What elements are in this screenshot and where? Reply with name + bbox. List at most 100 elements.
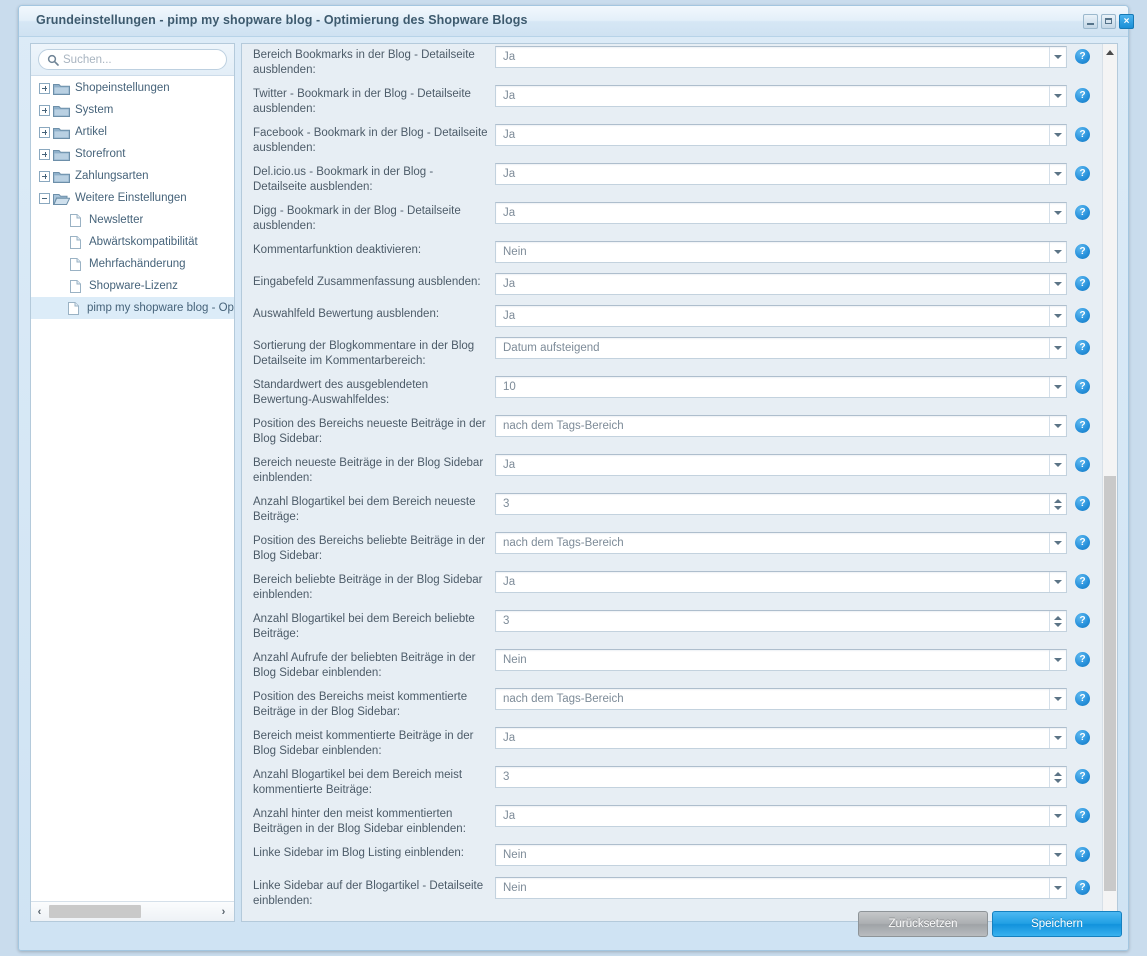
dropdown-trigger[interactable]	[1049, 689, 1066, 709]
dropdown-trigger[interactable]	[1049, 416, 1066, 436]
dropdown-trigger[interactable]	[1049, 338, 1066, 358]
sidebar-item-pimp-my-shopware-blog-optim[interactable]: pimp my shopware blog - Optim	[31, 297, 234, 319]
dropdown-trigger[interactable]	[1049, 125, 1066, 145]
spinner-buttons[interactable]	[1049, 494, 1066, 514]
dropdown-trigger[interactable]	[1049, 455, 1066, 475]
help-icon[interactable]: ?	[1075, 457, 1090, 472]
select-field[interactable]: nach dem Tags-Bereich	[495, 415, 1067, 437]
help-icon[interactable]: ?	[1075, 496, 1090, 511]
help-icon[interactable]: ?	[1075, 691, 1090, 706]
select-field[interactable]: Ja	[495, 46, 1067, 68]
help-icon[interactable]: ?	[1075, 574, 1090, 589]
dropdown-trigger[interactable]	[1049, 274, 1066, 294]
help-icon[interactable]: ?	[1075, 730, 1090, 745]
spinner-up-icon[interactable]	[1054, 771, 1062, 776]
number-field[interactable]: 3	[495, 493, 1067, 515]
dropdown-trigger[interactable]	[1049, 377, 1066, 397]
sidebar-item-newsletter[interactable]: Newsletter	[31, 209, 234, 231]
search-input[interactable]	[63, 51, 226, 68]
select-field[interactable]: Datum aufsteigend	[495, 337, 1067, 359]
dropdown-trigger[interactable]	[1049, 306, 1066, 326]
select-field[interactable]: Nein	[495, 241, 1067, 263]
sidebar-item-weitere-einstellungen[interactable]: Weitere Einstellungen	[31, 187, 234, 209]
sidebar-item-abw-rtskompatibilit-t[interactable]: Abwärtskompatibilität	[31, 231, 234, 253]
select-field[interactable]: Ja	[495, 202, 1067, 224]
spinner-down-icon[interactable]	[1054, 778, 1062, 783]
help-icon[interactable]: ?	[1075, 276, 1090, 291]
dropdown-trigger[interactable]	[1049, 533, 1066, 553]
form-vertical-scrollbar[interactable]	[1102, 44, 1117, 921]
reset-button[interactable]: Zurücksetzen	[858, 911, 988, 937]
dropdown-trigger[interactable]	[1049, 845, 1066, 865]
sidebar-item-mehrfach-nderung[interactable]: Mehrfachänderung	[31, 253, 234, 275]
help-icon[interactable]: ?	[1075, 847, 1090, 862]
select-field[interactable]: Ja	[495, 805, 1067, 827]
dropdown-trigger[interactable]	[1049, 47, 1066, 67]
expand-icon[interactable]	[39, 82, 50, 94]
select-field[interactable]: Ja	[495, 571, 1067, 593]
help-icon[interactable]: ?	[1075, 379, 1090, 394]
select-field[interactable]: 10	[495, 376, 1067, 398]
help-icon[interactable]: ?	[1075, 769, 1090, 784]
dropdown-trigger[interactable]	[1049, 650, 1066, 670]
select-field[interactable]: Ja	[495, 124, 1067, 146]
expand-icon[interactable]	[39, 126, 50, 138]
number-field[interactable]: 3	[495, 766, 1067, 788]
select-field[interactable]: Ja	[495, 163, 1067, 185]
select-field[interactable]: Ja	[495, 273, 1067, 295]
select-field[interactable]: Ja	[495, 305, 1067, 327]
maximize-button[interactable]	[1101, 14, 1116, 29]
dropdown-trigger[interactable]	[1049, 203, 1066, 223]
help-icon[interactable]: ?	[1075, 244, 1090, 259]
dropdown-trigger[interactable]	[1049, 86, 1066, 106]
help-icon[interactable]: ?	[1075, 808, 1090, 823]
spinner-down-icon[interactable]	[1054, 622, 1062, 627]
expand-icon[interactable]	[39, 170, 50, 182]
expand-icon[interactable]	[39, 104, 50, 116]
help-icon[interactable]: ?	[1075, 205, 1090, 220]
help-icon[interactable]: ?	[1075, 418, 1090, 433]
help-icon[interactable]: ?	[1075, 88, 1090, 103]
help-icon[interactable]: ?	[1075, 166, 1090, 181]
save-button[interactable]: Speichern	[992, 911, 1122, 937]
dropdown-trigger[interactable]	[1049, 806, 1066, 826]
select-field[interactable]: Ja	[495, 454, 1067, 476]
help-icon[interactable]: ?	[1075, 613, 1090, 628]
spinner-buttons[interactable]	[1049, 611, 1066, 631]
help-icon[interactable]: ?	[1075, 127, 1090, 142]
help-icon[interactable]: ?	[1075, 880, 1090, 895]
dropdown-trigger[interactable]	[1049, 878, 1066, 898]
help-icon[interactable]: ?	[1075, 340, 1090, 355]
sidebar-item-shopware-lizenz[interactable]: Shopware-Lizenz	[31, 275, 234, 297]
sidebar-item-system[interactable]: System	[31, 99, 234, 121]
select-field[interactable]: nach dem Tags-Bereich	[495, 532, 1067, 554]
sidebar-item-shopeinstellungen[interactable]: Shopeinstellungen	[31, 77, 234, 99]
dropdown-trigger[interactable]	[1049, 242, 1066, 262]
minimize-button[interactable]	[1083, 14, 1098, 29]
sidebar-item-artikel[interactable]: Artikel	[31, 121, 234, 143]
scroll-up-icon[interactable]	[1103, 44, 1117, 60]
collapse-icon[interactable]	[39, 192, 50, 204]
number-field[interactable]: 3	[495, 610, 1067, 632]
spinner-down-icon[interactable]	[1054, 505, 1062, 510]
select-field[interactable]: Nein	[495, 844, 1067, 866]
help-icon[interactable]: ?	[1075, 308, 1090, 323]
select-field[interactable]: Nein	[495, 877, 1067, 899]
search-box[interactable]	[38, 49, 227, 70]
close-button[interactable]: ×	[1119, 14, 1134, 29]
help-icon[interactable]: ?	[1075, 535, 1090, 550]
select-field[interactable]: Ja	[495, 85, 1067, 107]
spinner-up-icon[interactable]	[1054, 615, 1062, 620]
help-icon[interactable]: ?	[1075, 652, 1090, 667]
sidebar-item-zahlungsarten[interactable]: Zahlungsarten	[31, 165, 234, 187]
select-field[interactable]: Nein	[495, 649, 1067, 671]
spinner-buttons[interactable]	[1049, 767, 1066, 787]
form-vscroll-thumb[interactable]	[1104, 476, 1116, 891]
expand-icon[interactable]	[39, 148, 50, 160]
select-field[interactable]: nach dem Tags-Bereich	[495, 688, 1067, 710]
dropdown-trigger[interactable]	[1049, 572, 1066, 592]
dropdown-trigger[interactable]	[1049, 164, 1066, 184]
help-icon[interactable]: ?	[1075, 49, 1090, 64]
spinner-up-icon[interactable]	[1054, 498, 1062, 503]
select-field[interactable]: Ja	[495, 727, 1067, 749]
